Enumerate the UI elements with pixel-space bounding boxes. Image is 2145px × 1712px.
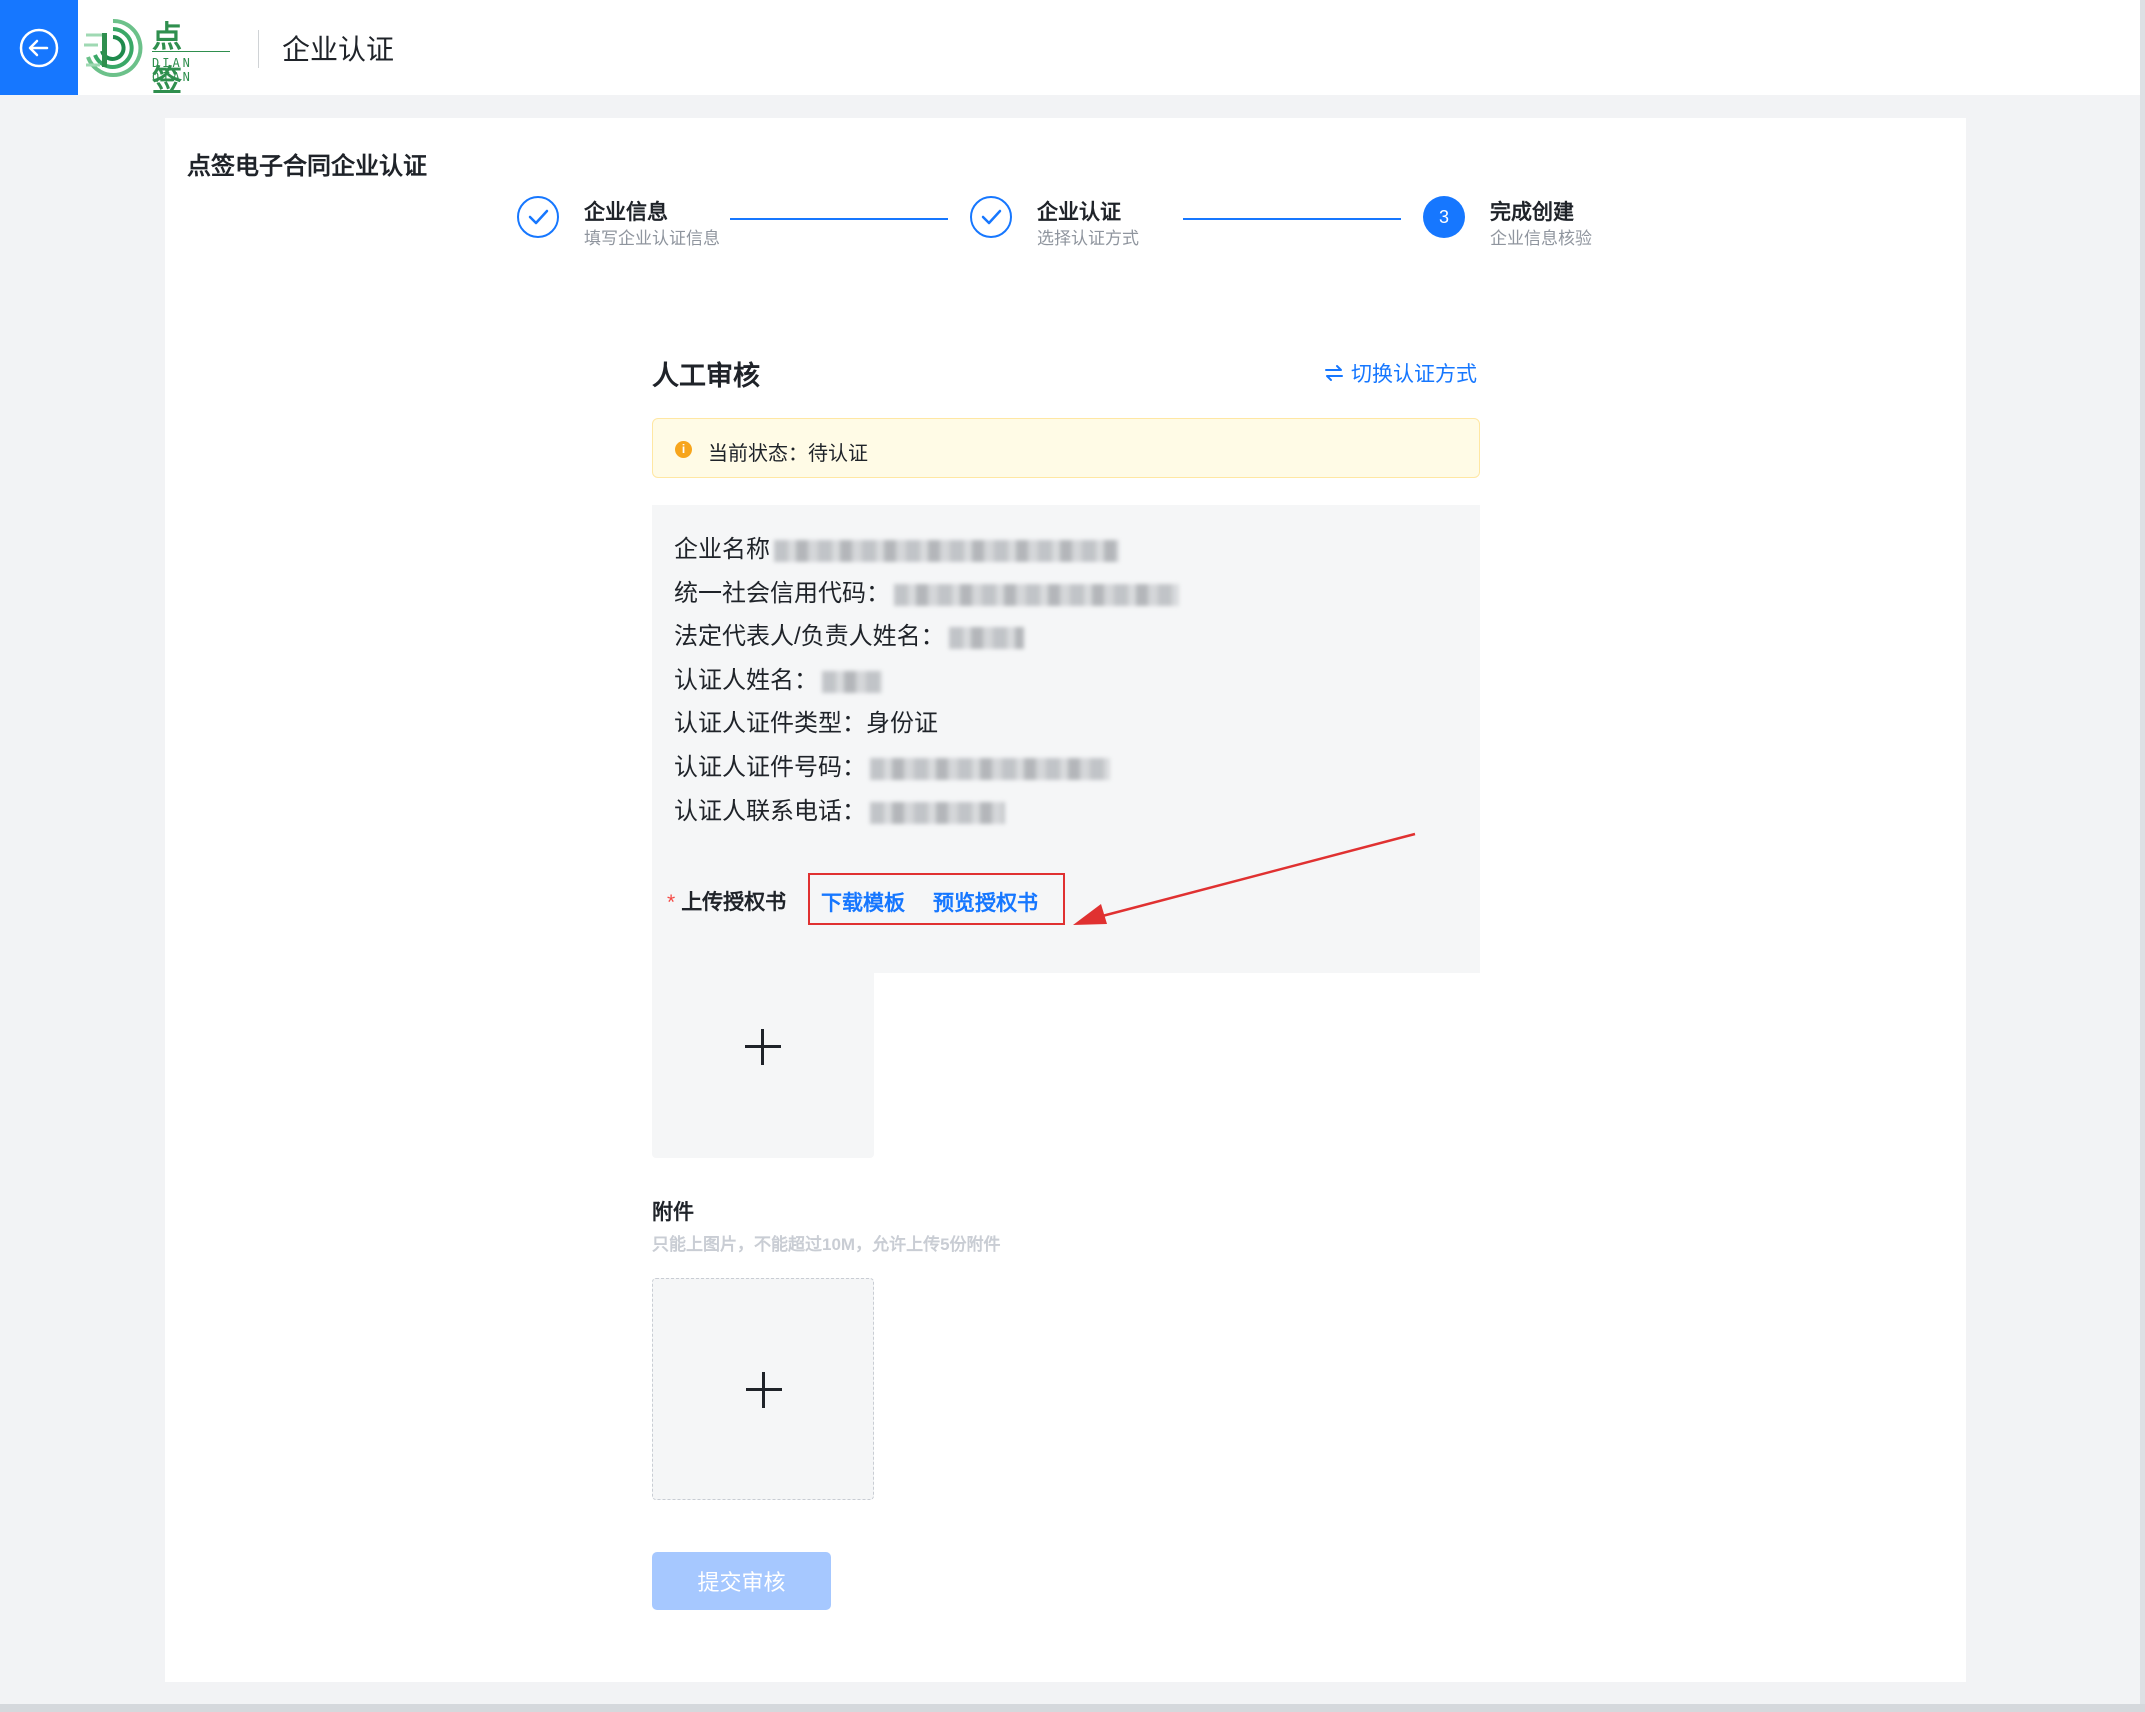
preview-authorization-link[interactable]: 预览授权书 [933,887,1038,917]
redacted-value [870,757,1110,780]
window-bottom-edge [0,1704,2145,1712]
info-row-id-type: 认证人证件类型：身份证 [674,703,938,738]
upload-authorization-tile[interactable] [652,936,874,1158]
step-subtitle: 选择认证方式 [1037,229,1139,248]
info-row-company-name: 企业名称 [674,529,1119,564]
info-label: 统一社会信用代码： [674,580,890,607]
redacted-value [948,626,1024,649]
info-row-legal-rep: 法定代表人/负责人姓名： [674,616,1024,651]
logo-text-en: DIAN QIAN [152,56,193,84]
switch-auth-method-link[interactable]: 切换认证方式 [1323,358,1477,388]
info-label: 认证人证件号码： [674,754,866,781]
info-row-id-number: 认证人证件号码： [674,747,1110,782]
annotation-highlight-box: 下载模板 预览授权书 [808,873,1065,925]
card-title: 点签电子合同企业认证 [187,153,427,180]
back-button[interactable] [0,0,78,95]
redacted-value [822,670,882,693]
required-mark: * [667,891,676,914]
step-connector [730,218,948,220]
arrow-left-circle-icon [19,28,59,67]
switch-auth-method-label: 切换认证方式 [1351,363,1477,386]
status-text: 当前状态：待认证 [708,443,868,465]
scrollbar-track[interactable] [2140,0,2145,1712]
info-label: 认证人姓名： [674,667,818,694]
logo-divider [152,51,230,52]
page-title: 企业认证 [282,34,395,65]
info-row-phone: 认证人联系电话： [674,791,1005,826]
plus-icon [761,1029,764,1065]
step-title: 企业认证 [1037,201,1121,224]
submit-review-button[interactable]: 提交审核 [652,1552,831,1610]
header-divider [258,30,259,68]
step-done-circle [970,196,1012,238]
download-template-link[interactable]: 下载模板 [821,887,905,917]
check-icon [528,209,549,225]
check-icon [981,209,1002,225]
status-banner: i 当前状态：待认证 [652,418,1480,478]
attachment-hint: 只能上图片，不能超过10M，允许上传5份附件 [652,1235,1001,1254]
section-title: 人工审核 [652,361,760,391]
annotation-arrow [1073,832,1416,925]
step-done-circle [517,196,559,238]
logo: 点签 DIAN QIAN [80,12,230,98]
info-icon: i [675,441,692,458]
info-label: 法定代表人/负责人姓名： [674,623,945,650]
redacted-value [870,801,1005,824]
info-row-certifier-name: 认证人姓名： [674,660,882,695]
top-bar: 点签 DIAN QIAN 企业认证 [0,0,2140,98]
redacted-value [894,583,1179,606]
step-subtitle: 填写企业认证信息 [584,229,720,248]
main-card: 点签电子合同企业认证 企业信息 填写企业认证信息 企业认证 选择认证方式 3 完… [165,118,1966,1682]
step-title: 企业信息 [584,201,668,224]
attachment-title: 附件 [652,1201,694,1224]
step-title: 完成创建 [1490,201,1574,224]
info-label: 企业名称 [674,536,770,563]
info-row-credit-code: 统一社会信用代码： [674,573,1179,608]
upload-authorization-label: * 上传授权书 [667,886,786,916]
step-subtitle: 企业信息核验 [1490,229,1592,248]
plus-icon [762,1372,765,1408]
info-label: 认证人联系电话： [674,798,866,825]
upload-authorization-text: 上传授权书 [681,891,787,914]
info-value: 身份证 [866,710,938,737]
fingerprint-logo-icon [84,18,143,77]
info-label: 认证人证件类型： [674,710,866,737]
redacted-value [774,539,1119,562]
switch-icon [1325,365,1343,381]
upload-attachment-tile[interactable] [652,1278,874,1500]
step-number-circle: 3 [1423,196,1465,238]
step-connector [1183,218,1401,220]
